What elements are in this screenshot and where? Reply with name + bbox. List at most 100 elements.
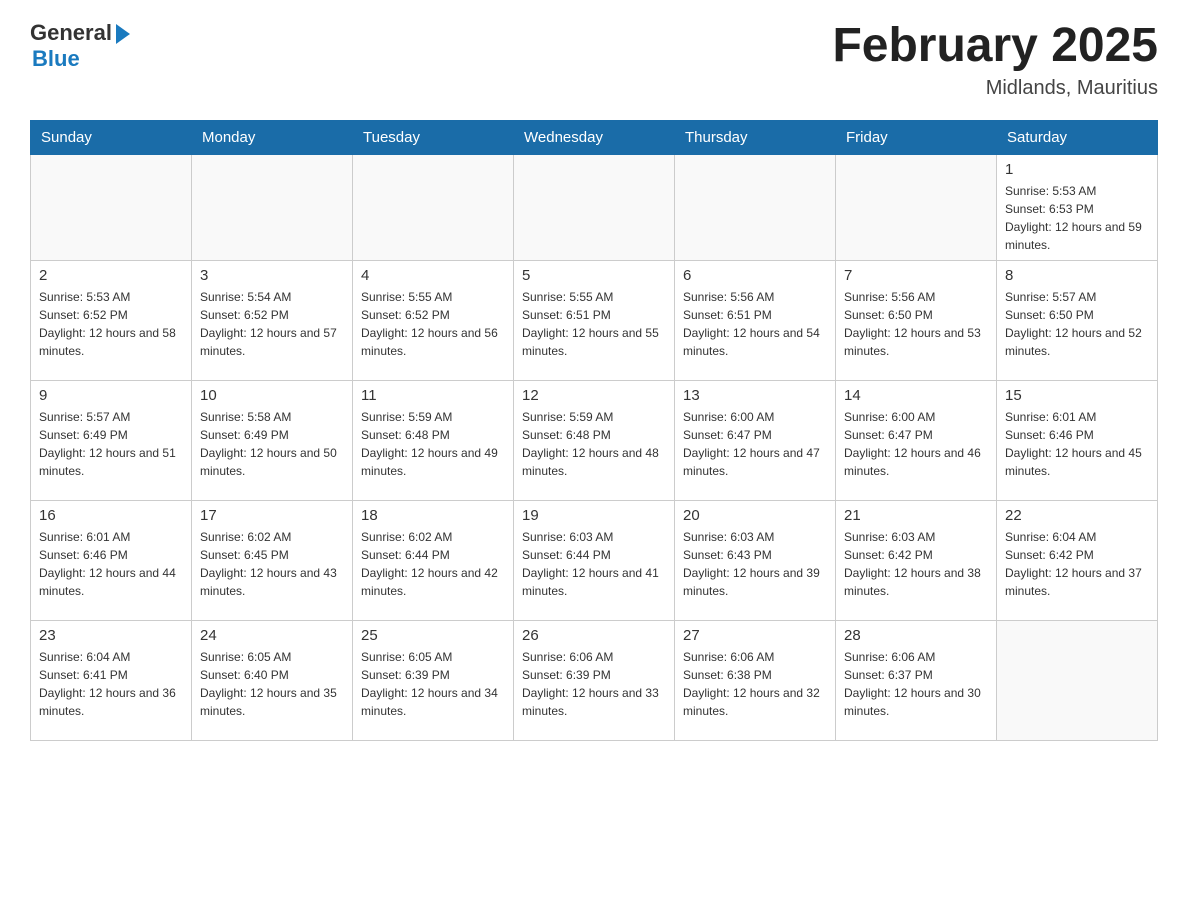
calendar-body: 1 Sunrise: 5:53 AMSunset: 6:53 PMDaylight… [31, 154, 1158, 740]
calendar-day-cell [192, 154, 353, 260]
day-info: Sunrise: 5:57 AMSunset: 6:50 PMDaylight:… [1005, 288, 1149, 360]
calendar-day-cell: 16 Sunrise: 6:01 AMSunset: 6:46 PMDayligh… [31, 500, 192, 620]
day-info: Sunrise: 6:03 AMSunset: 6:44 PMDaylight:… [522, 528, 666, 600]
day-number: 26 [522, 627, 666, 644]
calendar-day-cell: 24 Sunrise: 6:05 AMSunset: 6:40 PMDayligh… [192, 620, 353, 740]
day-info: Sunrise: 6:03 AMSunset: 6:43 PMDaylight:… [683, 528, 827, 600]
day-info: Sunrise: 5:53 AMSunset: 6:53 PMDaylight:… [1005, 182, 1149, 254]
day-info: Sunrise: 6:05 AMSunset: 6:39 PMDaylight:… [361, 648, 505, 720]
calendar-day-cell: 11 Sunrise: 5:59 AMSunset: 6:48 PMDayligh… [353, 380, 514, 500]
calendar-day-cell: 17 Sunrise: 6:02 AMSunset: 6:45 PMDayligh… [192, 500, 353, 620]
calendar-day-cell: 19 Sunrise: 6:03 AMSunset: 6:44 PMDayligh… [514, 500, 675, 620]
calendar-day-cell [31, 154, 192, 260]
day-number: 16 [39, 507, 183, 524]
day-info: Sunrise: 5:56 AMSunset: 6:51 PMDaylight:… [683, 288, 827, 360]
calendar-day-cell: 22 Sunrise: 6:04 AMSunset: 6:42 PMDayligh… [997, 500, 1158, 620]
day-number: 8 [1005, 267, 1149, 284]
day-number: 19 [522, 507, 666, 524]
day-info: Sunrise: 6:06 AMSunset: 6:38 PMDaylight:… [683, 648, 827, 720]
logo-arrow-icon [116, 24, 130, 44]
day-number: 22 [1005, 507, 1149, 524]
weekday-header-saturday: Saturday [997, 120, 1158, 154]
day-info: Sunrise: 5:56 AMSunset: 6:50 PMDaylight:… [844, 288, 988, 360]
day-info: Sunrise: 6:00 AMSunset: 6:47 PMDaylight:… [844, 408, 988, 480]
calendar-week-row: 2 Sunrise: 5:53 AMSunset: 6:52 PMDaylight… [31, 260, 1158, 380]
calendar-day-cell [836, 154, 997, 260]
day-number: 10 [200, 387, 344, 404]
calendar-week-row: 23 Sunrise: 6:04 AMSunset: 6:41 PMDayligh… [31, 620, 1158, 740]
weekday-header-monday: Monday [192, 120, 353, 154]
calendar-day-cell: 25Sunrise: 6:05 AMSunset: 6:39 PMDayligh… [353, 620, 514, 740]
calendar-week-row: 16 Sunrise: 6:01 AMSunset: 6:46 PMDayligh… [31, 500, 1158, 620]
weekday-header-row: SundayMondayTuesdayWednesdayThursdayFrid… [31, 120, 1158, 154]
day-number: 27 [683, 627, 827, 644]
calendar-day-cell [353, 154, 514, 260]
day-info: Sunrise: 6:06 AMSunset: 6:39 PMDaylight:… [522, 648, 666, 720]
day-number: 6 [683, 267, 827, 284]
weekday-header-tuesday: Tuesday [353, 120, 514, 154]
calendar-day-cell: 9 Sunrise: 5:57 AMSunset: 6:49 PMDaylight… [31, 380, 192, 500]
day-info: Sunrise: 5:53 AMSunset: 6:52 PMDaylight:… [39, 288, 183, 360]
calendar-day-cell: 14 Sunrise: 6:00 AMSunset: 6:47 PMDayligh… [836, 380, 997, 500]
weekday-header-friday: Friday [836, 120, 997, 154]
day-info: Sunrise: 6:05 AMSunset: 6:40 PMDaylight:… [200, 648, 344, 720]
day-number: 2 [39, 267, 183, 284]
day-number: 11 [361, 387, 505, 404]
day-number: 20 [683, 507, 827, 524]
day-info: Sunrise: 5:59 AMSunset: 6:48 PMDaylight:… [361, 408, 505, 480]
calendar-day-cell: 7 Sunrise: 5:56 AMSunset: 6:50 PMDaylight… [836, 260, 997, 380]
calendar-day-cell: 4 Sunrise: 5:55 AMSunset: 6:52 PMDaylight… [353, 260, 514, 380]
calendar-day-cell [997, 620, 1158, 740]
day-info: Sunrise: 5:58 AMSunset: 6:49 PMDaylight:… [200, 408, 344, 480]
calendar-week-row: 9 Sunrise: 5:57 AMSunset: 6:49 PMDaylight… [31, 380, 1158, 500]
calendar-day-cell: 21Sunrise: 6:03 AMSunset: 6:42 PMDayligh… [836, 500, 997, 620]
calendar-day-cell: 18Sunrise: 6:02 AMSunset: 6:44 PMDayligh… [353, 500, 514, 620]
day-info: Sunrise: 6:01 AMSunset: 6:46 PMDaylight:… [39, 528, 183, 600]
day-info: Sunrise: 5:55 AMSunset: 6:52 PMDaylight:… [361, 288, 505, 360]
calendar-day-cell: 12Sunrise: 5:59 AMSunset: 6:48 PMDayligh… [514, 380, 675, 500]
logo-general-text: General [30, 20, 112, 46]
day-number: 7 [844, 267, 988, 284]
calendar-day-cell: 1 Sunrise: 5:53 AMSunset: 6:53 PMDaylight… [997, 154, 1158, 260]
day-info: Sunrise: 5:57 AMSunset: 6:49 PMDaylight:… [39, 408, 183, 480]
weekday-header-wednesday: Wednesday [514, 120, 675, 154]
day-number: 14 [844, 387, 988, 404]
calendar-day-cell: 10 Sunrise: 5:58 AMSunset: 6:49 PMDayligh… [192, 380, 353, 500]
calendar-header: SundayMondayTuesdayWednesdayThursdayFrid… [31, 120, 1158, 154]
day-number: 4 [361, 267, 505, 284]
day-number: 15 [1005, 387, 1149, 404]
calendar-day-cell: 6 Sunrise: 5:56 AMSunset: 6:51 PMDaylight… [675, 260, 836, 380]
day-number: 28 [844, 627, 988, 644]
calendar-day-cell: 23 Sunrise: 6:04 AMSunset: 6:41 PMDayligh… [31, 620, 192, 740]
day-info: Sunrise: 5:59 AMSunset: 6:48 PMDaylight:… [522, 408, 666, 480]
calendar-day-cell [514, 154, 675, 260]
day-number: 24 [200, 627, 344, 644]
calendar-day-cell [675, 154, 836, 260]
calendar-table: SundayMondayTuesdayWednesdayThursdayFrid… [30, 120, 1158, 741]
day-number: 21 [844, 507, 988, 524]
day-number: 5 [522, 267, 666, 284]
day-number: 17 [200, 507, 344, 524]
day-number: 13 [683, 387, 827, 404]
day-number: 1 [1005, 161, 1149, 178]
calendar-title: February 2025 [832, 20, 1158, 73]
calendar-day-cell: 20 Sunrise: 6:03 AMSunset: 6:43 PMDayligh… [675, 500, 836, 620]
day-info: Sunrise: 5:54 AMSunset: 6:52 PMDaylight:… [200, 288, 344, 360]
calendar-week-row: 1 Sunrise: 5:53 AMSunset: 6:53 PMDaylight… [31, 154, 1158, 260]
page-header: General Blue February 2025 Midlands, Mau… [30, 20, 1158, 100]
day-info: Sunrise: 6:02 AMSunset: 6:44 PMDaylight:… [361, 528, 505, 600]
weekday-header-sunday: Sunday [31, 120, 192, 154]
calendar-day-cell: 28 Sunrise: 6:06 AMSunset: 6:37 PMDayligh… [836, 620, 997, 740]
day-info: Sunrise: 6:02 AMSunset: 6:45 PMDaylight:… [200, 528, 344, 600]
day-info: Sunrise: 6:06 AMSunset: 6:37 PMDaylight:… [844, 648, 988, 720]
day-info: Sunrise: 6:04 AMSunset: 6:41 PMDaylight:… [39, 648, 183, 720]
calendar-day-cell: 2 Sunrise: 5:53 AMSunset: 6:52 PMDaylight… [31, 260, 192, 380]
calendar-subtitle: Midlands, Mauritius [832, 77, 1158, 100]
title-block: February 2025 Midlands, Mauritius [832, 20, 1158, 100]
calendar-day-cell: 27 Sunrise: 6:06 AMSunset: 6:38 PMDayligh… [675, 620, 836, 740]
logo: General Blue [30, 20, 130, 72]
logo-blue-text: Blue [32, 46, 80, 72]
day-number: 23 [39, 627, 183, 644]
day-number: 9 [39, 387, 183, 404]
day-info: Sunrise: 6:04 AMSunset: 6:42 PMDaylight:… [1005, 528, 1149, 600]
